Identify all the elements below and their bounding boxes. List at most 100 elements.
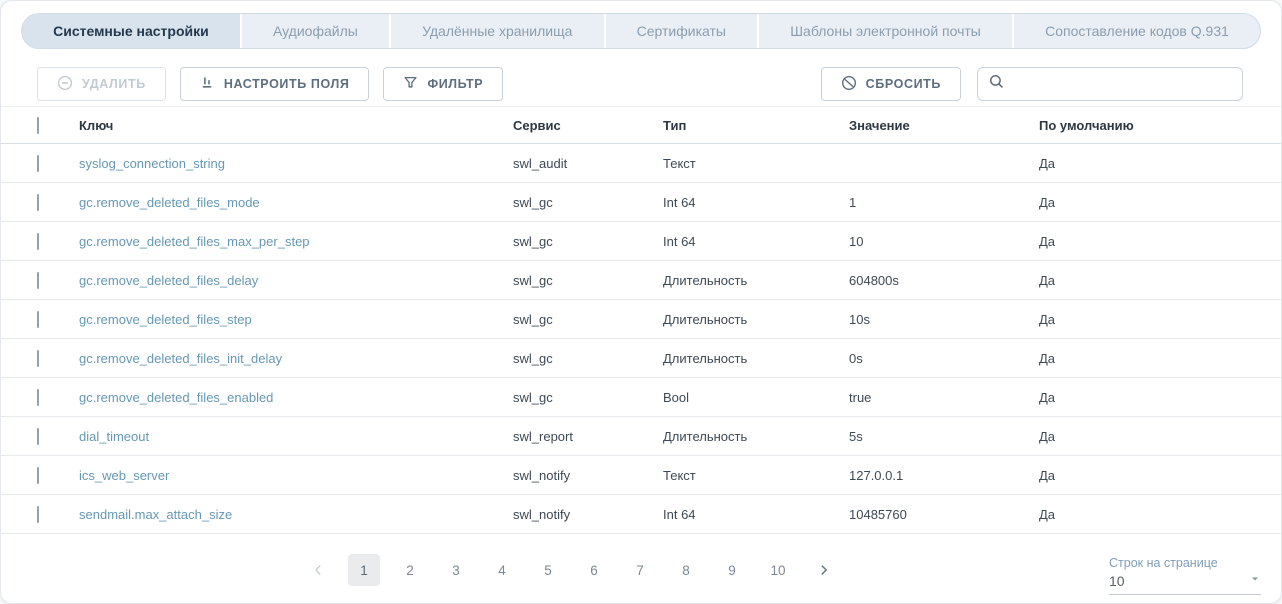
pagination-page-button[interactable]: 8 (670, 554, 702, 586)
cell-service: swl_gc (513, 195, 663, 210)
table-row: gc.remove_deleted_files_max_per_step swl… (1, 222, 1281, 261)
delete-button[interactable]: УДАЛИТЬ (37, 67, 166, 101)
table-row: sendmail.max_attach_size swl_notify Int … (1, 495, 1281, 534)
cell-type: Текст (663, 468, 849, 483)
row-checkbox[interactable] (37, 350, 39, 367)
table-body: syslog_connection_string swl_audit Текст… (1, 144, 1281, 534)
cell-default: Да (1039, 468, 1281, 483)
chevron-left-icon (311, 563, 325, 577)
cell-type: Bool (663, 390, 849, 405)
tab-item[interactable]: Шаблоны электронной почты (757, 14, 1012, 48)
table-footer: 1 2 3 4 5 6 7 8 9 10 (1, 534, 1281, 604)
row-checkbox[interactable] (37, 311, 39, 328)
cell-type: Длительность (663, 351, 849, 366)
tab-item[interactable]: Сопоставление кодов Q.931 (1012, 14, 1260, 48)
cell-default: Да (1039, 195, 1281, 210)
setting-key-link[interactable]: gc.remove_deleted_files_init_delay (79, 351, 282, 366)
pagination-page-button[interactable]: 7 (624, 554, 656, 586)
table-row: gc.remove_deleted_files_enabled swl_gc B… (1, 378, 1281, 417)
caret-down-icon (1249, 572, 1261, 590)
table-row: gc.remove_deleted_files_init_delay swl_g… (1, 339, 1281, 378)
column-header-value: Значение (849, 118, 1039, 133)
tab-label: Сопоставление кодов Q.931 (1045, 23, 1229, 39)
tab-item[interactable]: Системные настройки (22, 14, 240, 48)
cell-value: 10s (849, 312, 1039, 327)
filter-funnel-icon (403, 75, 418, 93)
tab-label: Удалённые хранилища (422, 23, 572, 39)
cell-type: Текст (663, 156, 849, 171)
cell-value: 1 (849, 195, 1039, 210)
cell-value: 604800s (849, 273, 1039, 288)
cell-value: 10485760 (849, 507, 1039, 522)
table-row: syslog_connection_string swl_audit Текст… (1, 144, 1281, 183)
cell-value: 10 (849, 234, 1039, 249)
rows-per-page: Строк на странице 10 (1109, 556, 1261, 595)
pagination-page-button[interactable]: 3 (440, 554, 472, 586)
tab-item[interactable]: Сертификаты (604, 14, 758, 48)
row-checkbox[interactable] (37, 272, 39, 289)
setting-key-link[interactable]: syslog_connection_string (79, 156, 225, 171)
cell-value: 127.0.0.1 (849, 468, 1039, 483)
cell-value: 0s (849, 351, 1039, 366)
row-checkbox[interactable] (37, 506, 39, 523)
row-checkbox[interactable] (37, 467, 39, 484)
minus-circle-icon (57, 75, 73, 94)
cell-type: Длительность (663, 273, 849, 288)
tab-label: Аудиофайлы (273, 23, 358, 39)
select-all-checkbox[interactable] (37, 117, 39, 134)
cell-service: swl_gc (513, 312, 663, 327)
cell-default: Да (1039, 390, 1281, 405)
setting-key-link[interactable]: ics_web_server (79, 468, 169, 483)
search-icon (988, 73, 1005, 95)
settings-table: Ключ Сервис Тип Значение По умолчанию sy… (1, 106, 1281, 534)
pagination-page-button[interactable]: 1 (348, 554, 380, 586)
configure-fields-button-label: НАСТРОИТЬ ПОЛЯ (224, 77, 350, 91)
row-checkbox[interactable] (37, 428, 39, 445)
toolbar: УДАЛИТЬ НАСТРОИТЬ ПОЛЯ ФИЛЬТР СБРОСИТЬ (1, 67, 1281, 101)
cell-type: Int 64 (663, 507, 849, 522)
search-input[interactable] (1013, 77, 1232, 92)
pagination-page-button[interactable]: 4 (486, 554, 518, 586)
row-checkbox[interactable] (37, 194, 39, 211)
rows-per-page-select[interactable]: 10 (1109, 572, 1261, 595)
pagination-page-button[interactable]: 2 (394, 554, 426, 586)
pagination-prev-button[interactable] (302, 554, 334, 586)
pagination-page-button[interactable]: 10 (762, 554, 794, 586)
reset-button-label: СБРОСИТЬ (866, 77, 941, 91)
table-row: dial_timeout swl_report Длительность 5s … (1, 417, 1281, 456)
tab-bar: Системные настройки Аудиофайлы Удалённые… (21, 13, 1261, 49)
pagination-next-button[interactable] (808, 554, 840, 586)
columns-icon (200, 75, 215, 93)
setting-key-link[interactable]: gc.remove_deleted_files_max_per_step (79, 234, 310, 249)
ban-icon (841, 75, 857, 94)
cell-value: 5s (849, 429, 1039, 444)
tab-item[interactable]: Аудиофайлы (240, 14, 389, 48)
cell-type: Длительность (663, 429, 849, 444)
setting-key-link[interactable]: gc.remove_deleted_files_enabled (79, 390, 273, 405)
filter-button[interactable]: ФИЛЬТР (383, 67, 503, 101)
pagination-page-button[interactable]: 5 (532, 554, 564, 586)
rows-per-page-label: Строк на странице (1109, 556, 1261, 570)
table-row: gc.remove_deleted_files_delay swl_gc Дли… (1, 261, 1281, 300)
row-checkbox[interactable] (37, 389, 39, 406)
cell-default: Да (1039, 429, 1281, 444)
setting-key-link[interactable]: gc.remove_deleted_files_mode (79, 195, 260, 210)
cell-default: Да (1039, 156, 1281, 171)
pagination-page-button[interactable]: 6 (578, 554, 610, 586)
column-header-type: Тип (663, 118, 849, 133)
delete-button-label: УДАЛИТЬ (82, 77, 146, 91)
tab-item[interactable]: Удалённые хранилища (389, 14, 604, 48)
reset-button[interactable]: СБРОСИТЬ (821, 67, 961, 101)
setting-key-link[interactable]: dial_timeout (79, 429, 149, 444)
row-checkbox[interactable] (37, 233, 39, 250)
cell-default: Да (1039, 312, 1281, 327)
pagination-page-button[interactable]: 9 (716, 554, 748, 586)
setting-key-link[interactable]: gc.remove_deleted_files_delay (79, 273, 258, 288)
setting-key-link[interactable]: sendmail.max_attach_size (79, 507, 232, 522)
column-header-service: Сервис (513, 118, 663, 133)
rows-per-page-value: 10 (1109, 573, 1125, 589)
configure-fields-button[interactable]: НАСТРОИТЬ ПОЛЯ (180, 67, 370, 101)
row-checkbox[interactable] (37, 155, 39, 172)
table-row: ics_web_server swl_notify Текст 127.0.0.… (1, 456, 1281, 495)
setting-key-link[interactable]: gc.remove_deleted_files_step (79, 312, 252, 327)
